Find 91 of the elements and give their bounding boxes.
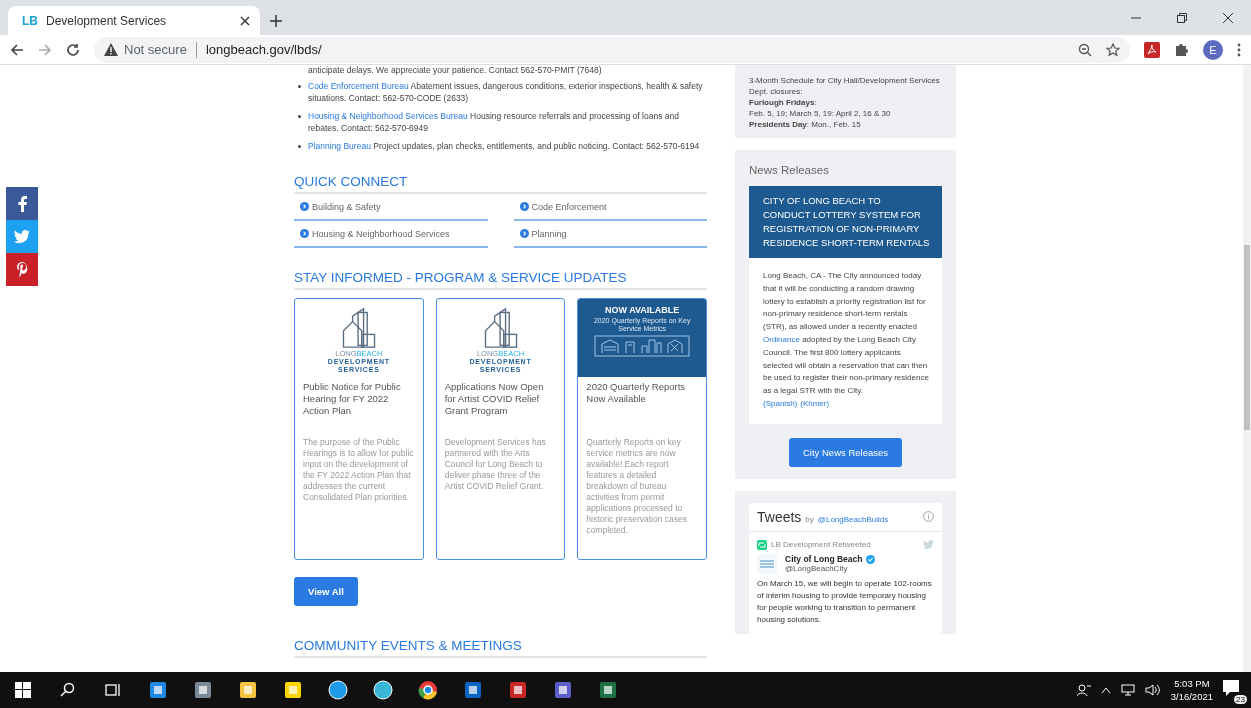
news-headline[interactable]: CITY OF LONG BEACH TO CONDUCT LOTTERY SYSTEM FOR REGISTRATION OF NON-PRIMARY RESIDENCE SHORT-TERM RENTALS xyxy=(749,186,942,258)
task-view-icon[interactable] xyxy=(104,682,121,698)
retweet-label: LB Development Retweeted xyxy=(771,540,871,550)
update-card[interactable] xyxy=(435,298,566,560)
building-row-icon xyxy=(594,335,691,357)
facebook-share-button[interactable] xyxy=(6,187,38,220)
twitter-share-button[interactable] xyxy=(6,220,38,253)
section-heading: COMMUNITY EVENTS & MEETINGS xyxy=(294,638,707,658)
bureau-link[interactable]: Planning Bureau xyxy=(308,141,371,151)
security-label: Not secure xyxy=(124,42,187,57)
pinterest-share-button[interactable] xyxy=(6,253,38,286)
by-label: by xyxy=(805,514,814,524)
pin-icon xyxy=(16,262,28,277)
chrome-icon[interactable] xyxy=(417,680,438,700)
chevron-circle-icon xyxy=(519,202,529,211)
chevron-circle-icon xyxy=(519,229,529,238)
language-link[interactable]: (Khmer) xyxy=(800,397,830,410)
panel-heading: News Releases xyxy=(749,164,830,176)
account-name: City of Long Beach xyxy=(785,554,863,565)
scrollbar[interactable] xyxy=(1243,65,1251,672)
verified-icon xyxy=(866,554,876,564)
ordinance-link[interactable]: Ordinance xyxy=(763,335,800,344)
network-icon[interactable] xyxy=(1120,683,1135,697)
handle-link[interactable]: @LongBeachBuilds xyxy=(817,514,889,524)
windows-icon[interactable] xyxy=(14,682,31,698)
widget-title: Tweets xyxy=(757,508,802,525)
card-text: Quarterly Reports on key service metrics are now available! Each report features a detailed breakdown of bureau activities from permit applications processed to historic preservation cases completed. xyxy=(585,437,688,536)
person-icon xyxy=(1076,683,1091,697)
chevron-circle-icon xyxy=(300,202,309,211)
reload-icon[interactable] xyxy=(66,42,80,57)
update-card[interactable] xyxy=(577,298,707,560)
schedule-text: Presidents Day: Mon., Feb. 15 xyxy=(749,119,862,130)
card-title: 2020 Quarterly Reports Now Available xyxy=(585,381,687,406)
bullet-icon xyxy=(298,85,301,88)
news-releases-button[interactable]: City News Releases xyxy=(789,437,902,467)
quick-link[interactable]: Planning xyxy=(513,221,707,248)
close-icon[interactable] xyxy=(240,15,250,26)
bullet-icon xyxy=(298,145,301,148)
section-heading: QUICK CONNECT xyxy=(294,174,707,194)
bureau-item: Planning Bureau Project updates, plan checks, entitlements, and public noticing. Contact: 562-570-6194 xyxy=(308,140,701,152)
menu-icon[interactable] xyxy=(1237,42,1241,57)
bird-icon xyxy=(14,230,30,243)
star-icon[interactable] xyxy=(1106,42,1120,57)
news-text: Long Beach, CA - The City announced today that it will be conducting a random drawing lottery to establish a priority registration list for non-primary residence short-term rentals (STR), as allowed under a recently enacted Ordinance adopted by the Long Beach City Council. The first 800 lottery applicants selected will obtain a reservation that can then be used to register their non-primary residence as a legal STR with the City. xyxy=(763,270,930,398)
bird-icon xyxy=(923,540,934,550)
section-heading: STAY INFORMED - PROGRAM & SERVICE UPDATES xyxy=(294,270,707,290)
bureau-link[interactable]: Housing & Neighborhood Services Bureau xyxy=(308,111,468,121)
search-icon[interactable] xyxy=(59,682,76,698)
schedule-text: Feb. 5, 19; March 5, 19: April 2, 16 & 30 xyxy=(749,108,892,119)
url-text: longbeach.gov/lbds/ xyxy=(205,42,322,57)
tab-logo: LB xyxy=(22,13,38,28)
view-all-button[interactable]: View All xyxy=(294,577,358,606)
language-link[interactable]: (Spanish) xyxy=(763,397,798,410)
new-tab-icon[interactable] xyxy=(270,15,282,27)
profile-avatar[interactable]: E xyxy=(1203,39,1223,60)
caret-icon[interactable] xyxy=(1100,686,1111,694)
quick-link[interactable]: Code Enforcement xyxy=(513,194,707,221)
puzzle-icon[interactable] xyxy=(1174,42,1189,57)
avatar-icon xyxy=(757,553,777,574)
bureau-link[interactable]: Code Enforcement Bureau xyxy=(308,81,409,91)
bullet-icon xyxy=(298,115,301,118)
browser-tab[interactable]: LB Development Services xyxy=(8,6,260,35)
card-title: Public Notice for Public Hearing for FY 2022 Action Plan xyxy=(302,381,402,418)
retweet-icon xyxy=(757,539,767,550)
address-bar[interactable]: Not secure longbeach.gov/lbds/ xyxy=(94,36,1130,63)
restore-icon[interactable] xyxy=(1177,12,1187,23)
banner-title: NOW AVAILABLE xyxy=(605,305,680,315)
update-card[interactable] xyxy=(294,298,424,560)
clock[interactable]: 5:03 PM 3/16/2021 xyxy=(1170,677,1213,703)
speaker-icon[interactable] xyxy=(1144,683,1161,697)
bureau-item: Code Enforcement Bureau Abatement issues, dangerous conditions, exterior inspections, health & safety situations. Contact: 562-570-CODE (2633) xyxy=(308,80,703,104)
tab-title: Development Services xyxy=(46,13,168,28)
warning-icon xyxy=(104,43,118,56)
chevron-circle-icon xyxy=(300,229,309,238)
notification-count: 23 xyxy=(1234,695,1247,704)
zoom-out-icon[interactable] xyxy=(1078,42,1092,57)
quick-link[interactable]: Building & Safety xyxy=(294,194,488,221)
card-text: The purpose of the Public Hearings is to allow for public input on the development of the FY 2022 Action Plan that addresses the current Consolidated Plan priorities. xyxy=(302,437,415,503)
card-title: Applications Now Open for Artist COVID Relief Grant Program xyxy=(443,381,545,418)
card-text: Development Services has partnered with the Arts Council for Long Beach to deliver phase three of the Artist COVID Relief Grant. xyxy=(443,437,547,492)
facebook-icon xyxy=(17,195,27,212)
tweet-text: On March 15, we will begin to operate 102-rooms of interim housing to provide temporary housing for people working to transition to permanent housing solutions. xyxy=(757,577,933,626)
back-icon[interactable] xyxy=(10,42,24,57)
notification-icon[interactable] xyxy=(1223,680,1241,696)
bureau-text: anticipate delays. We appreciate your patience. Contact 562-570-PMIT (7648) xyxy=(308,65,603,76)
schedule-text: Furlough Fridays: xyxy=(749,97,818,108)
quick-link[interactable]: Housing & Neighborhood Services xyxy=(294,221,488,248)
account-handle: @LongBeachCity xyxy=(785,564,849,574)
close-icon[interactable] xyxy=(1223,12,1233,23)
bureau-item: Housing & Neighborhood Services Bureau Housing resource referrals and processing of loans and rebates. Contact: 562-570-6949 xyxy=(308,110,680,134)
schedule-text: 3-Month Schedule for City Hall/Development Services Dept. closures: xyxy=(749,75,941,97)
